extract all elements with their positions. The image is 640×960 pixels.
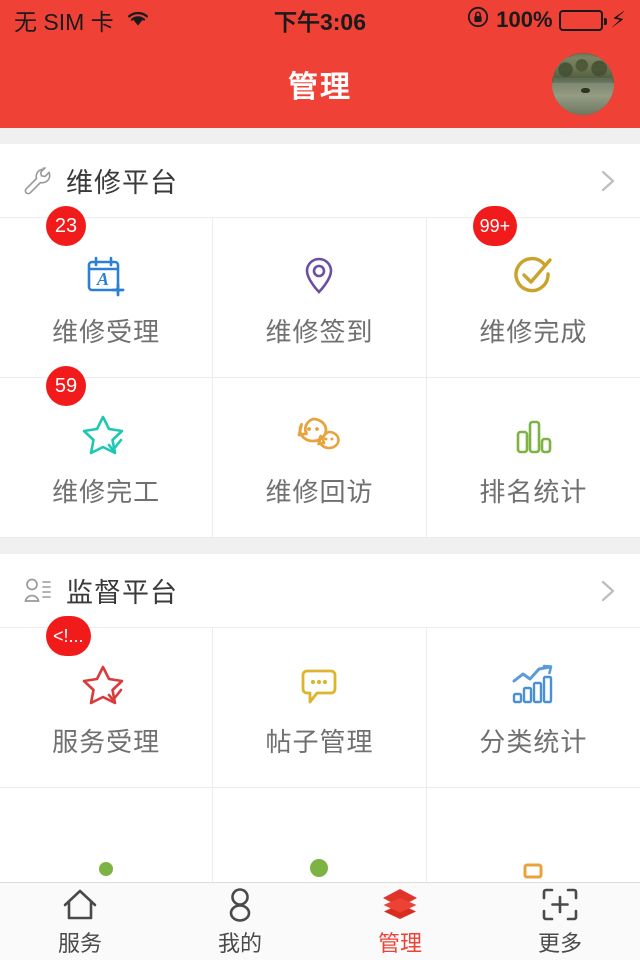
- chevron-right-icon[interactable]: [594, 168, 620, 194]
- clock-label: 下午3:06: [273, 9, 367, 35]
- grid-item-partial-2[interactable]: [213, 788, 427, 883]
- note-a-plus-icon: A: [76, 246, 136, 306]
- person-list-icon: [20, 574, 54, 608]
- person-icon: [223, 885, 257, 923]
- svg-text:A: A: [96, 269, 109, 289]
- chat-bubbles-icon: [289, 406, 349, 466]
- grid-item-label: 维修完成: [479, 317, 588, 347]
- tab-label: 我的: [217, 931, 262, 956]
- grid-item-label: 维修完工: [52, 477, 161, 507]
- grid-item-ranking-stats[interactable]: 排名统计: [426, 378, 640, 538]
- tab-label: 服务: [57, 931, 102, 956]
- plus-frame-icon: [541, 885, 579, 923]
- avatar[interactable]: [552, 53, 614, 115]
- grid-item-service-accept[interactable]: <!... 服务受理: [0, 616, 214, 788]
- rotation-lock-icon: [466, 5, 490, 35]
- badge-count: 99+: [472, 206, 518, 246]
- status-bar-left: 无 SIM 卡: [14, 3, 274, 37]
- tab-mine[interactable]: 我的: [160, 885, 320, 958]
- carrier-label: 无 SIM 卡: [14, 9, 114, 35]
- section-gap: [0, 128, 640, 144]
- wifi-icon: [125, 7, 151, 34]
- trend-bar-chart-icon: [503, 656, 563, 716]
- grid-item-repair-checkin[interactable]: 维修签到: [213, 218, 427, 378]
- section-header-supervision[interactable]: 监督平台: [0, 554, 640, 628]
- chat-bubble-dots-icon: [289, 656, 349, 716]
- partial-orange-icon: [503, 835, 563, 883]
- wrench-icon: [20, 164, 54, 198]
- battery-percent-label: 100%: [496, 7, 553, 32]
- tab-label: 更多: [537, 931, 582, 956]
- grid-item-label: 维修回访: [265, 477, 374, 507]
- tab-service[interactable]: 服务: [0, 885, 160, 958]
- grid-item-label: 维修受理: [52, 317, 161, 347]
- tab-label: 管理: [377, 931, 422, 956]
- tab-more[interactable]: 更多: [480, 885, 640, 958]
- grid-supervision: <!... 服务受理 帖子管理 分类统计: [0, 616, 640, 883]
- grid-repair: A 23 维修受理 维修签到 99+ 维修完成 59 维修完工 维修回访 排名统…: [0, 206, 640, 538]
- grid-item-repair-accept[interactable]: A 23 维修受理: [0, 206, 214, 378]
- section-gap: [0, 538, 640, 554]
- status-bar-clock: 下午3:06: [274, 3, 366, 37]
- grid-item-label: 分类统计: [479, 727, 588, 757]
- section-title: 监督平台: [66, 578, 178, 608]
- grid-item-repair-finish[interactable]: 59 维修完工: [0, 366, 214, 538]
- tab-bar: 服务 我的 管理 更多: [0, 882, 640, 960]
- grid-item-category-stats[interactable]: 分类统计: [426, 628, 640, 788]
- badge-count: 59: [46, 366, 86, 406]
- home-icon: [61, 885, 99, 923]
- badge-count: 23: [46, 206, 86, 246]
- tab-manage[interactable]: 管理: [320, 885, 480, 958]
- partial-green-icon: [76, 835, 136, 883]
- grid-item-partial-3[interactable]: [426, 788, 640, 883]
- grid-item-partial-1[interactable]: [0, 788, 214, 883]
- battery-icon: [558, 9, 607, 31]
- nav-bar: 管理: [0, 40, 640, 128]
- bar-chart-icon: [503, 406, 563, 466]
- layers-icon: [380, 885, 420, 923]
- grid-item-label: 维修签到: [265, 317, 374, 347]
- grid-item-label: 服务受理: [52, 727, 161, 757]
- star-check-icon: [76, 656, 136, 716]
- section-title: 维修平台: [66, 168, 178, 198]
- page-title: 管理: [288, 71, 352, 104]
- check-circle-icon: [503, 246, 563, 306]
- location-pin-icon: [289, 246, 349, 306]
- badge-count: <!...: [46, 616, 91, 656]
- chevron-right-icon[interactable]: [594, 578, 620, 604]
- grid-item-repair-followup[interactable]: 维修回访: [213, 378, 427, 538]
- grid-item-label: 帖子管理: [265, 727, 374, 757]
- grid-item-label: 排名统计: [479, 477, 588, 507]
- content-scroll-area[interactable]: 维修平台 A 23 维修受理 维修签到 99+ 维修完成 59 维修完工 维修回…: [0, 128, 640, 882]
- charging-bolt-icon: ⚡: [610, 7, 627, 32]
- grid-item-post-manage[interactable]: 帖子管理: [213, 628, 427, 788]
- star-check-icon: [76, 406, 136, 466]
- section-header-repair[interactable]: 维修平台: [0, 144, 640, 218]
- status-bar: 无 SIM 卡 下午3:06 100% ⚡: [0, 0, 640, 40]
- grid-item-repair-complete[interactable]: 99+ 维修完成: [426, 206, 640, 378]
- status-bar-right: 100% ⚡: [366, 5, 626, 35]
- partial-green2-icon: [289, 835, 349, 883]
